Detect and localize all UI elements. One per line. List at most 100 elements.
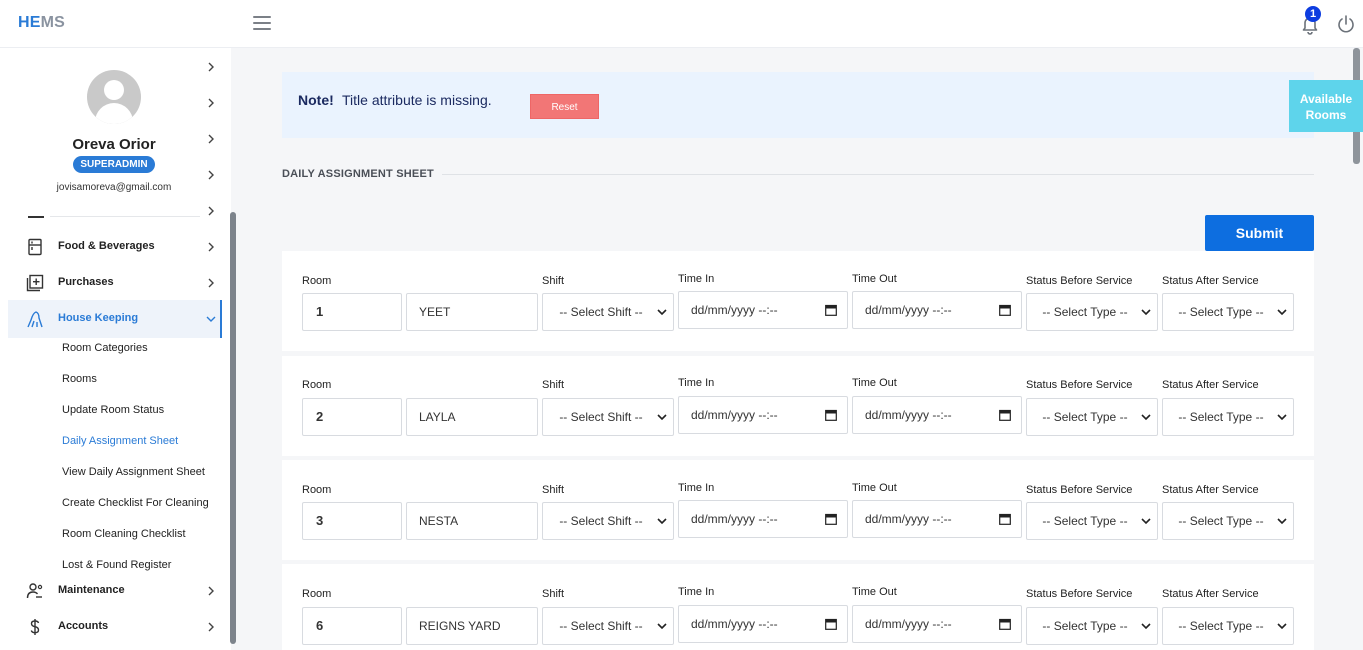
reset-button[interactable]: Reset [530, 94, 599, 119]
calendar-icon[interactable] [825, 618, 837, 630]
status-before-value: -- Select Type -- [1042, 514, 1128, 528]
chevron-down-icon [657, 623, 667, 630]
sidebar-item-accounts[interactable]: Accounts [8, 608, 222, 646]
room-name-field[interactable]: NESTA [406, 502, 538, 540]
divider [442, 174, 1314, 175]
status-after-select[interactable]: -- Select Type -- [1162, 502, 1294, 540]
menu-icon[interactable] [253, 16, 271, 30]
status-before-select[interactable]: -- Select Type -- [1026, 502, 1158, 540]
calendar-icon[interactable] [825, 513, 837, 525]
status-after-select[interactable]: -- Select Type -- [1162, 293, 1294, 331]
time-in-field[interactable]: dd/mm/yyyy --:-- [678, 396, 848, 434]
assignment-row: Room Shift Time In Time Out Status Befor… [282, 356, 1314, 456]
room-number-field[interactable]: 6 [302, 607, 402, 645]
app-logo[interactable]: HEMS [18, 14, 65, 32]
sidebar-subitem-update-room-status[interactable]: Update Room Status [62, 404, 164, 416]
sidebar-item-purchases[interactable]: Purchases [8, 264, 222, 302]
time-in-field[interactable]: dd/mm/yyyy --:-- [678, 291, 848, 329]
status-after-label: Status After Service [1162, 275, 1259, 287]
top-header: HEMS 1 [0, 0, 1363, 48]
status-after-select[interactable]: -- Select Type -- [1162, 607, 1294, 645]
sidebar-scrollbar[interactable] [230, 212, 236, 644]
status-before-select[interactable]: -- Select Type -- [1026, 398, 1158, 436]
calendar-icon[interactable] [999, 618, 1011, 630]
calendar-icon[interactable] [999, 304, 1011, 316]
sidebar-subitem-create-checklist[interactable]: Create Checklist For Cleaning [62, 497, 209, 509]
note-title: Note! [298, 92, 334, 108]
shift-select[interactable]: -- Select Shift -- [542, 398, 674, 436]
chevron-right-icon[interactable] [206, 62, 216, 72]
status-after-value: -- Select Type -- [1178, 619, 1264, 633]
available-rooms-button[interactable]: Available Rooms [1289, 80, 1363, 132]
shift-select[interactable]: -- Select Shift -- [542, 607, 674, 645]
sidebar-subitem-room-cleaning-checklist[interactable]: Room Cleaning Checklist [62, 528, 186, 540]
chevron-down-icon [657, 414, 667, 421]
room-name-field[interactable]: REIGNS YARD [406, 607, 538, 645]
sidebar-subitem-room-categories[interactable]: Room Categories [62, 342, 148, 354]
chevron-down-icon [1141, 623, 1151, 630]
sidebar-subitem-view-daily-assignment-sheet[interactable]: View Daily Assignment Sheet [62, 466, 205, 478]
room-name-field[interactable]: YEET [406, 293, 538, 331]
chevron-right-icon[interactable] [206, 98, 216, 108]
time-out-field[interactable]: dd/mm/yyyy --:-- [852, 396, 1022, 434]
time-in-label: Time In [678, 377, 715, 389]
chevron-right-icon[interactable] [206, 170, 216, 180]
room-number-field[interactable]: 1 [302, 293, 402, 331]
sidebar-subitem-daily-assignment-sheet[interactable]: Daily Assignment Sheet [62, 435, 178, 447]
calendar-icon[interactable] [825, 409, 837, 421]
time-in-value: dd/mm/yyyy --:-- [691, 408, 778, 422]
purchases-icon [26, 274, 44, 292]
room-number-field[interactable]: 3 [302, 502, 402, 540]
time-out-field[interactable]: dd/mm/yyyy --:-- [852, 605, 1022, 643]
sidebar-item-maintenance[interactable]: Maintenance [8, 572, 222, 610]
sidebar-item-food-beverages[interactable]: Food & Beverages [8, 228, 222, 266]
divider [50, 216, 200, 217]
room-name-field[interactable]: LAYLA [406, 398, 538, 436]
calendar-icon[interactable] [825, 304, 837, 316]
submit-button[interactable]: Submit [1205, 215, 1314, 251]
note-banner: Note! Title attribute is missing. Reset [282, 72, 1314, 138]
time-in-field[interactable]: dd/mm/yyyy --:-- [678, 605, 848, 643]
chevron-down-icon [1277, 309, 1287, 316]
user-name: Oreva Orior [72, 136, 156, 153]
sidebar-subitem-lost-found-register[interactable]: Lost & Found Register [62, 559, 171, 571]
role-badge: SUPERADMIN [73, 156, 155, 173]
sidebar-subitem-rooms[interactable]: Rooms [62, 373, 97, 385]
chevron-down-icon [1141, 414, 1151, 421]
room-label: Room [302, 484, 332, 496]
calendar-icon[interactable] [999, 513, 1011, 525]
shift-select[interactable]: -- Select Shift -- [542, 293, 674, 331]
calendar-icon[interactable] [999, 409, 1011, 421]
time-in-value: dd/mm/yyyy --:-- [691, 617, 778, 631]
time-in-label: Time In [678, 482, 715, 494]
power-icon[interactable] [1336, 14, 1356, 34]
time-out-field[interactable]: dd/mm/yyyy --:-- [852, 500, 1022, 538]
chevron-right-icon [208, 242, 214, 252]
time-in-field[interactable]: dd/mm/yyyy --:-- [678, 500, 848, 538]
status-after-label: Status After Service [1162, 379, 1259, 391]
time-out-value: dd/mm/yyyy --:-- [865, 512, 952, 526]
status-after-label: Status After Service [1162, 484, 1259, 496]
room-label: Room [302, 379, 332, 391]
assignment-row: Room Shift Time In Time Out Status Befor… [282, 564, 1314, 650]
chevron-down-icon [1277, 623, 1287, 630]
time-out-field[interactable]: dd/mm/yyyy --:-- [852, 291, 1022, 329]
time-out-label: Time Out [852, 273, 897, 285]
dollar-icon [30, 619, 40, 635]
sidebar-item-label: Food & Beverages [58, 240, 155, 252]
avatar [87, 70, 141, 124]
status-after-select[interactable]: -- Select Type -- [1162, 398, 1294, 436]
status-before-select[interactable]: -- Select Type -- [1026, 607, 1158, 645]
status-before-select[interactable]: -- Select Type -- [1026, 293, 1158, 331]
status-after-value: -- Select Type -- [1178, 410, 1264, 424]
room-number-field[interactable]: 2 [302, 398, 402, 436]
sidebar-item-house-keeping[interactable]: House Keeping [8, 300, 222, 338]
time-out-value: dd/mm/yyyy --:-- [865, 303, 952, 317]
divider [28, 216, 44, 218]
chevron-down-icon [206, 316, 216, 322]
note-text: Title attribute is missing. [342, 92, 492, 108]
time-in-value: dd/mm/yyyy --:-- [691, 303, 778, 317]
chevron-right-icon[interactable] [206, 206, 216, 216]
shift-select[interactable]: -- Select Shift -- [542, 502, 674, 540]
shift-label: Shift [542, 379, 565, 391]
